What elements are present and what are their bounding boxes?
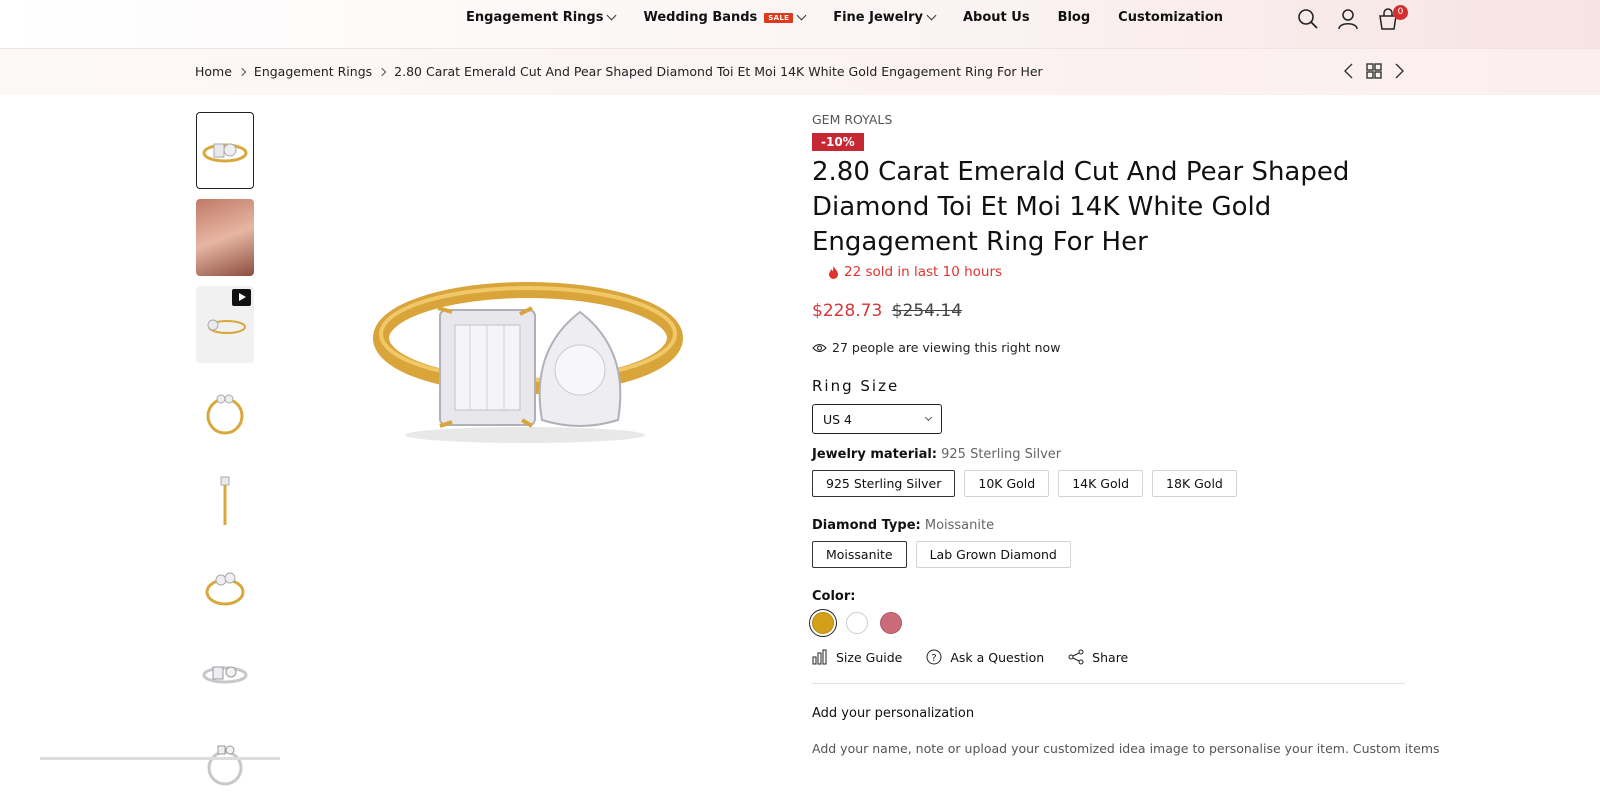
previous-product-icon[interactable] (1340, 61, 1358, 81)
next-product-icon[interactable] (1390, 61, 1408, 81)
personalization-heading: Add your personalization (812, 706, 1407, 721)
viewers-counter: 27 people are viewing this right now (812, 340, 1407, 355)
color-swatch-rose[interactable] (880, 612, 902, 634)
thumbnail-gallery (196, 112, 254, 808)
product-brand[interactable]: GEM ROYALS (812, 112, 1407, 127)
material-option[interactable]: 10K Gold (964, 470, 1049, 497)
nav-label: Fine Jewelry (833, 10, 923, 25)
ring-size-value: US 4 (823, 412, 852, 427)
share-label: Share (1092, 650, 1128, 665)
nav-label: Engagement Rings (466, 10, 603, 25)
ask-question-link[interactable]: ? Ask a Question (926, 649, 1044, 665)
personalization-text: Add your name, note or upload your custo… (812, 741, 1407, 756)
ring-size-heading: Ring Size (812, 377, 1407, 395)
sold-counter: 22 sold in last 10 hours (828, 264, 1407, 280)
section-divider (812, 683, 1405, 684)
diamond-label-text: Diamond Type: (812, 518, 921, 533)
sold-text: 22 sold in last 10 hours (844, 264, 1002, 280)
material-option[interactable]: 14K Gold (1058, 470, 1143, 497)
nav-label: About Us (963, 10, 1030, 25)
breadcrumb-bar: Home Engagement Rings 2.80 Carat Emerald… (0, 49, 1600, 95)
chevron-down-icon (927, 11, 937, 21)
play-icon (232, 289, 251, 306)
product-title: 2.80 Carat Emerald Cut And Pear Shaped D… (812, 155, 1407, 260)
nav-label: Wedding Bands (643, 10, 757, 25)
nav-engagement-rings[interactable]: Engagement Rings (466, 10, 615, 25)
ring-size-select[interactable]: US 4 (812, 404, 942, 434)
eye-icon (812, 343, 827, 353)
nav-blog[interactable]: Blog (1058, 10, 1091, 25)
color-swatch-gold[interactable] (812, 612, 834, 634)
chevron-down-icon (925, 414, 932, 421)
top-navigation-bar: Engagement Rings Wedding Bands SALE Fine… (0, 0, 1600, 49)
breadcrumb: Home Engagement Rings 2.80 Carat Emerald… (195, 64, 1043, 79)
question-icon: ? (926, 649, 942, 665)
nav-label: Blog (1058, 10, 1091, 25)
discount-badge: -10% (812, 133, 864, 151)
svg-text:?: ? (932, 653, 937, 664)
breadcrumb-current: 2.80 Carat Emerald Cut And Pear Shaped D… (394, 64, 1043, 79)
share-icon (1068, 649, 1084, 665)
size-guide-label: Size Guide (836, 650, 902, 665)
diamond-type-label: Diamond Type: Moissanite (812, 518, 1407, 533)
sale-price: $228.73 (812, 301, 882, 321)
sale-badge: SALE (764, 13, 793, 23)
diamond-option[interactable]: Lab Grown Diamond (916, 541, 1071, 568)
cart-count-badge: 0 (1393, 5, 1408, 20)
account-icon[interactable] (1336, 7, 1360, 31)
chevron-right-icon (238, 67, 246, 75)
original-price: $254.14 (892, 301, 962, 321)
main-nav: Engagement Rings Wedding Bands SALE Fine… (466, 10, 1251, 25)
viewing-text: 27 people are viewing this right now (832, 340, 1060, 355)
cart-icon[interactable]: 0 (1376, 7, 1400, 31)
search-icon[interactable] (1296, 7, 1320, 31)
thumbnail-hand-photo[interactable] (196, 199, 254, 276)
material-options: 925 Sterling Silver 10K Gold 14K Gold 18… (812, 470, 1407, 497)
main-product-image[interactable] (360, 270, 690, 470)
grid-icon[interactable] (1365, 61, 1383, 81)
material-option[interactable]: 925 Sterling Silver (812, 470, 955, 497)
size-guide-link[interactable]: Size Guide (812, 649, 902, 665)
chevron-down-icon (607, 11, 617, 21)
thumbnail-video[interactable] (196, 286, 254, 363)
price-row: $228.73 $254.14 (812, 301, 1407, 321)
chevron-down-icon (797, 11, 807, 21)
nav-label: Customization (1118, 10, 1223, 25)
header-icons: 0 (1296, 7, 1416, 31)
material-label: Jewelry material: 925 Sterling Silver (812, 447, 1407, 462)
flame-icon (828, 266, 839, 279)
size-guide-icon (812, 649, 828, 665)
nav-about-us[interactable]: About Us (963, 10, 1030, 25)
product-pager (1340, 61, 1415, 81)
product-info-panel: GEM ROYALS -10% 2.80 Carat Emerald Cut A… (812, 112, 1407, 756)
color-swatch-white[interactable] (846, 612, 868, 634)
share-link[interactable]: Share (1068, 649, 1128, 665)
thumbnail-ring-side[interactable] (196, 460, 254, 537)
nav-fine-jewelry[interactable]: Fine Jewelry (833, 10, 935, 25)
nav-wedding-bands[interactable]: Wedding Bands SALE (643, 10, 805, 25)
thumbnail-ring-front[interactable] (196, 112, 254, 189)
diamond-option[interactable]: Moissanite (812, 541, 907, 568)
product-actions: Size Guide ? Ask a Question Share (812, 649, 1407, 665)
breadcrumb-home[interactable]: Home (195, 64, 232, 79)
color-label: Color: (812, 589, 1407, 604)
breadcrumb-category[interactable]: Engagement Rings (254, 64, 372, 79)
chevron-right-icon (378, 67, 386, 75)
material-option[interactable]: 18K Gold (1152, 470, 1237, 497)
material-label-text: Jewelry material: (812, 447, 937, 462)
color-options (812, 612, 1407, 634)
ask-question-label: Ask a Question (950, 650, 1044, 665)
thumbnail-ring-angle[interactable] (196, 547, 254, 624)
diamond-options: Moissanite Lab Grown Diamond (812, 541, 1407, 568)
thumbnail-ring-white-front[interactable] (196, 634, 254, 711)
nav-customization[interactable]: Customization (1118, 10, 1223, 25)
diamond-selected-value: Moissanite (925, 518, 994, 533)
thumbnail-ring-top[interactable] (196, 373, 254, 450)
material-selected-value: 925 Sterling Silver (941, 447, 1061, 462)
horizontal-scrollbar[interactable] (40, 757, 280, 760)
